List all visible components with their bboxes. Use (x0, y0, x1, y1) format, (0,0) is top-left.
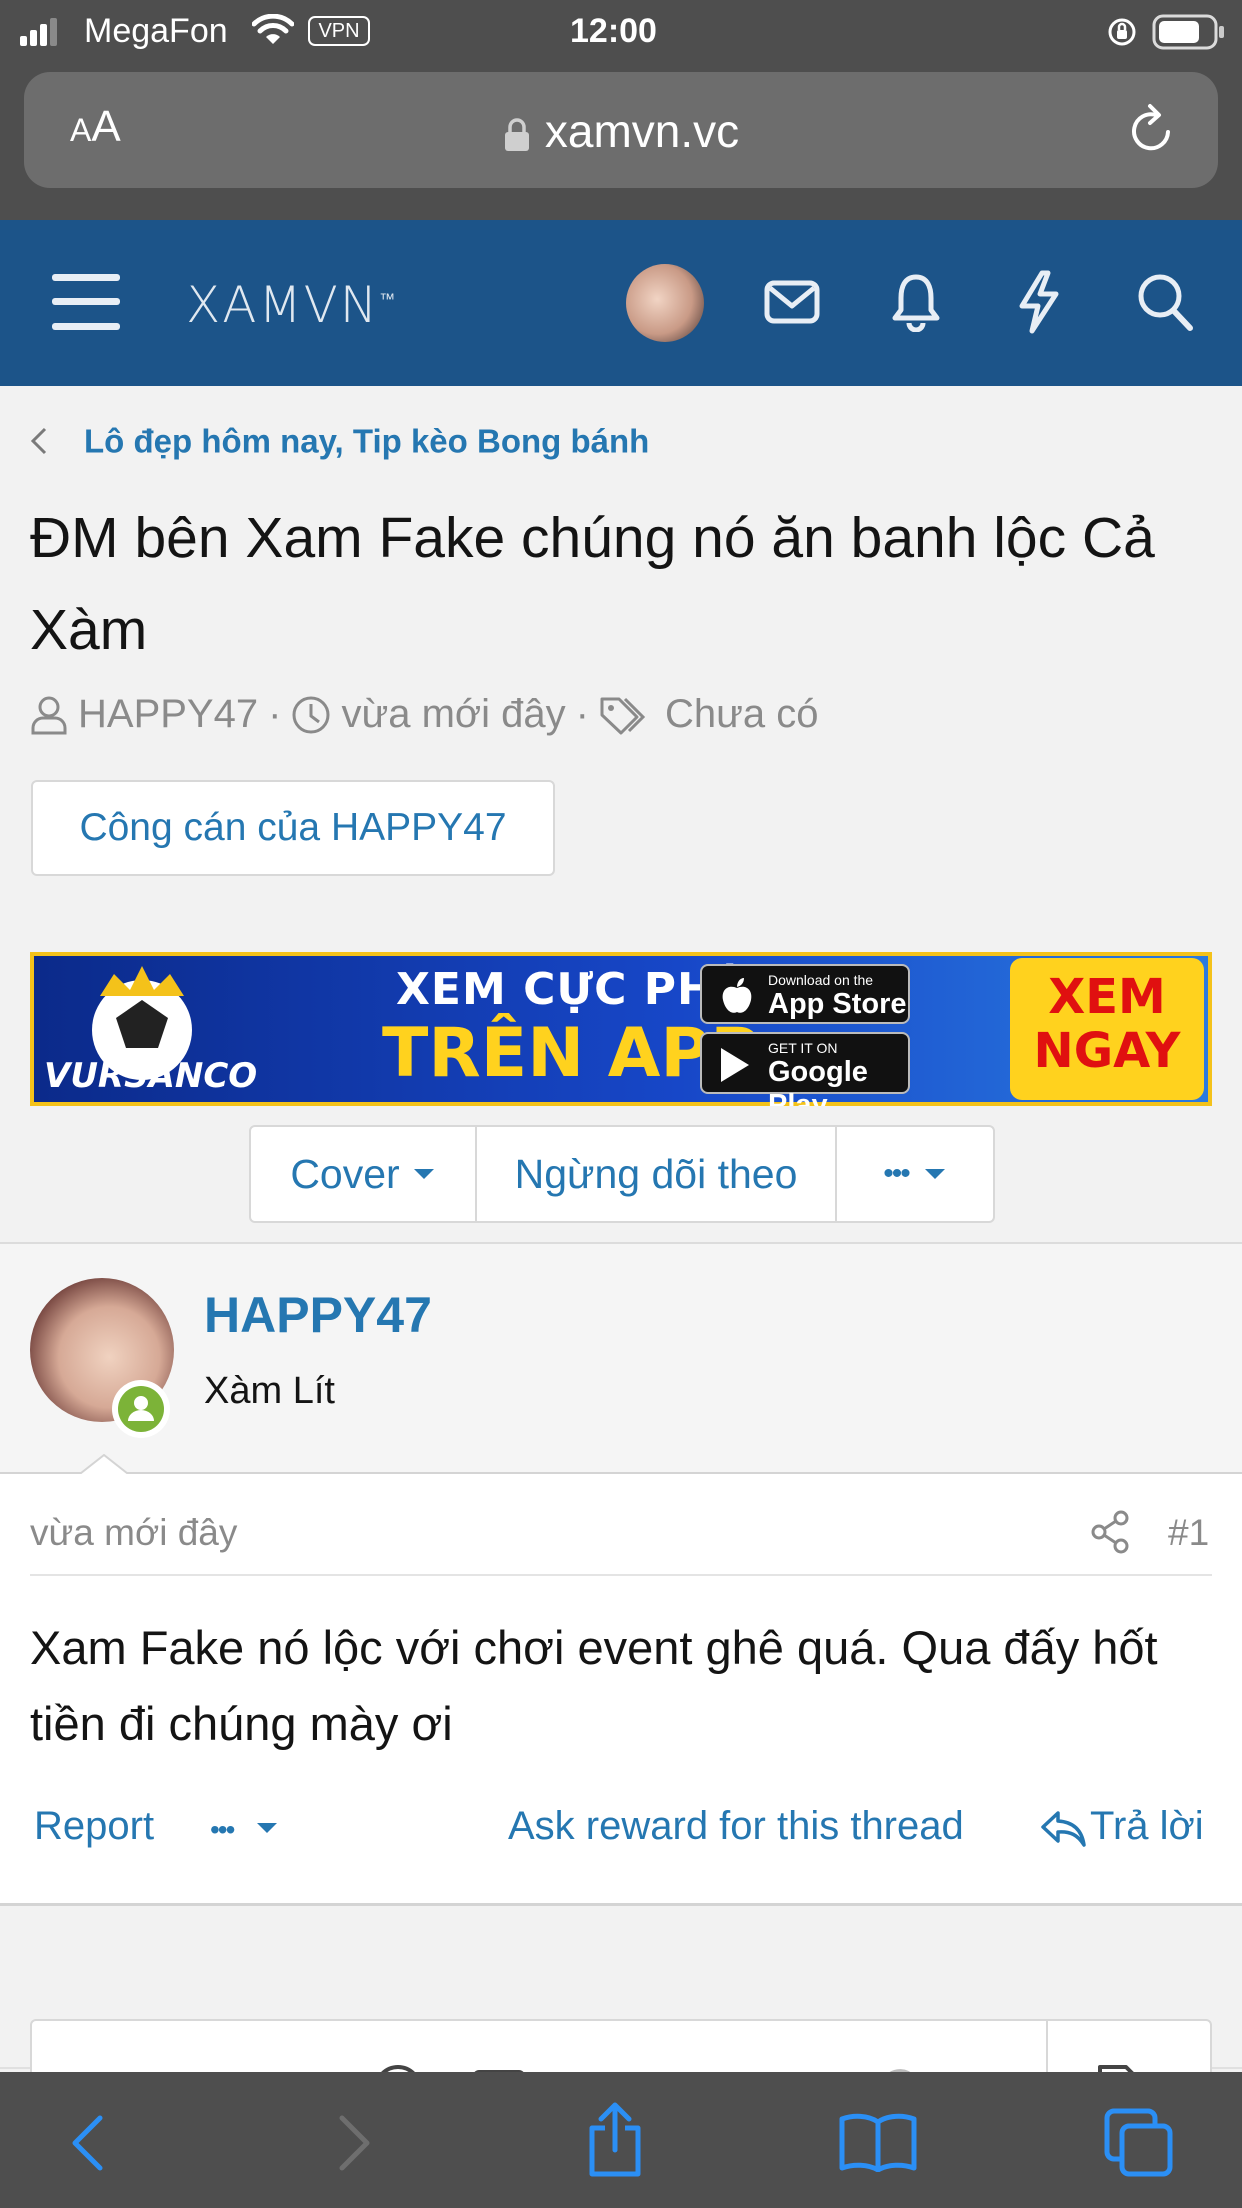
site-header: XAMVN™ (0, 220, 1242, 386)
signal-icon (20, 18, 57, 46)
thread-time[interactable]: vừa mới đây (341, 692, 565, 737)
thread-tags[interactable]: Chưa có (665, 692, 819, 737)
user-avatar[interactable] (626, 264, 704, 342)
app-store-badge[interactable]: Download on the App Store (700, 964, 910, 1024)
more-dots: ••• (883, 1157, 910, 1190)
caret-down-icon (256, 1823, 277, 1834)
share-sheet-icon[interactable] (586, 2102, 644, 2178)
share-icon[interactable] (1090, 1510, 1130, 1554)
post-number[interactable]: #1 (1168, 1512, 1209, 1554)
cover-dropdown-button[interactable]: Cover (251, 1127, 477, 1221)
clock-icon (292, 696, 330, 733)
thread-action-group: Cover Ngừng dõi theo ••• (249, 1125, 995, 1223)
author-threads-button[interactable]: Công cán của HAPPY47 (31, 780, 555, 876)
meta-separator: · (575, 692, 589, 736)
meta-separator: · (268, 692, 282, 736)
unfollow-button[interactable]: Ngừng dõi theo (477, 1127, 837, 1221)
url-display[interactable]: xamvn.vc (24, 104, 1218, 158)
wifi-icon (252, 14, 294, 44)
thread-meta: HAPPY47 · vừa mới đây · Chưa có (30, 692, 818, 737)
forward-icon[interactable] (338, 2114, 372, 2172)
breadcrumb[interactable]: Lô đẹp hôm nay, Tip kèo Bong bánh (30, 420, 649, 460)
caret-down-icon (413, 1169, 434, 1179)
breadcrumb-link[interactable]: Lô đẹp hôm nay, Tip kèo Bong bánh (84, 422, 649, 459)
lightning-icon[interactable] (1016, 270, 1062, 334)
chevron-left-icon (30, 428, 47, 455)
mail-icon[interactable] (764, 280, 820, 324)
status-bar: MegaFon VPN 12:00 (0, 0, 1242, 68)
reply-label: Trả lời (1090, 1804, 1204, 1848)
menu-icon[interactable] (52, 272, 120, 332)
address-bar[interactable]: AA xamvn.vc (24, 72, 1218, 188)
post-more-dots: ••• (210, 1814, 235, 1845)
logo-text: XAMVN (186, 276, 380, 334)
back-icon[interactable] (70, 2114, 104, 2172)
thread-author[interactable]: HAPPY47 (78, 692, 258, 737)
more-actions-button[interactable]: ••• (837, 1127, 993, 1221)
ask-reward-link[interactable]: Ask reward for this thread (508, 1804, 964, 1849)
search-icon[interactable] (1136, 272, 1194, 332)
post-more-menu[interactable]: ••• (210, 1804, 279, 1849)
user-icon (31, 696, 67, 734)
apple-icon (722, 978, 752, 1013)
banner-headline: XEM CỰC PHÊ (396, 964, 746, 1015)
battery-icon (1152, 14, 1224, 50)
user-title: Xàm Lít (204, 1370, 335, 1412)
vpn-badge: VPN (308, 16, 370, 46)
clock: 12:00 (570, 12, 657, 50)
tag-icon (600, 697, 646, 734)
page-title: ĐM bên Xam Fake chúng nó ăn banh lộc Cả … (30, 506, 1155, 662)
browser-address-area: AA xamvn.vc (0, 68, 1242, 220)
google-play-icon (721, 1048, 749, 1082)
url-text: xamvn.vc (544, 105, 740, 157)
cover-label: Cover (290, 1150, 400, 1197)
reply-button[interactable]: Trả lời (1040, 1804, 1204, 1849)
google-play-small-text: GET IT ON (768, 1040, 838, 1056)
reply-icon (1041, 1811, 1086, 1848)
site-logo[interactable]: XAMVN™ (186, 276, 397, 334)
google-play-badge[interactable]: GET IT ON Google Play (700, 1032, 910, 1106)
reload-icon[interactable] (1126, 102, 1178, 158)
online-user-icon (118, 1386, 164, 1432)
tabs-icon[interactable] (1104, 2108, 1174, 2178)
banner-cta[interactable]: XEM NGAY (1010, 958, 1204, 1100)
carrier-name: MegaFon (84, 12, 228, 50)
ad-banner[interactable]: VURSANCO XEM CỰC PHÊ TRÊN APP Download o… (30, 952, 1212, 1106)
post-user-block: HAPPY47 Xàm Lít (0, 1242, 1242, 1478)
divider (30, 1574, 1212, 1576)
caret-down-icon (924, 1169, 945, 1179)
app-store-small-text: Download on the (768, 972, 874, 988)
orientation-lock-icon (1108, 18, 1136, 46)
reply-editor-area: B T (0, 1909, 1242, 2141)
post-body: vừa mới đây #1 Xam Fake nó lộc với chơi … (0, 1474, 1242, 1906)
bookmarks-icon[interactable] (838, 2112, 918, 2172)
post-username[interactable]: HAPPY47 (204, 1286, 432, 1344)
app-store-text: App Store (768, 988, 907, 1020)
banner-brand: VURSANCO (44, 1056, 258, 1096)
lock-icon (504, 118, 529, 151)
report-link[interactable]: Report (34, 1804, 154, 1849)
post-time[interactable]: vừa mới đây (30, 1512, 237, 1554)
bell-icon[interactable] (892, 272, 940, 332)
online-badge (112, 1380, 170, 1438)
browser-toolbar (0, 2072, 1242, 2208)
post-message: Xam Fake nó lộc với chơi event ghê quá. … (30, 1621, 1158, 1750)
google-play-text: Google Play (768, 1056, 868, 1106)
